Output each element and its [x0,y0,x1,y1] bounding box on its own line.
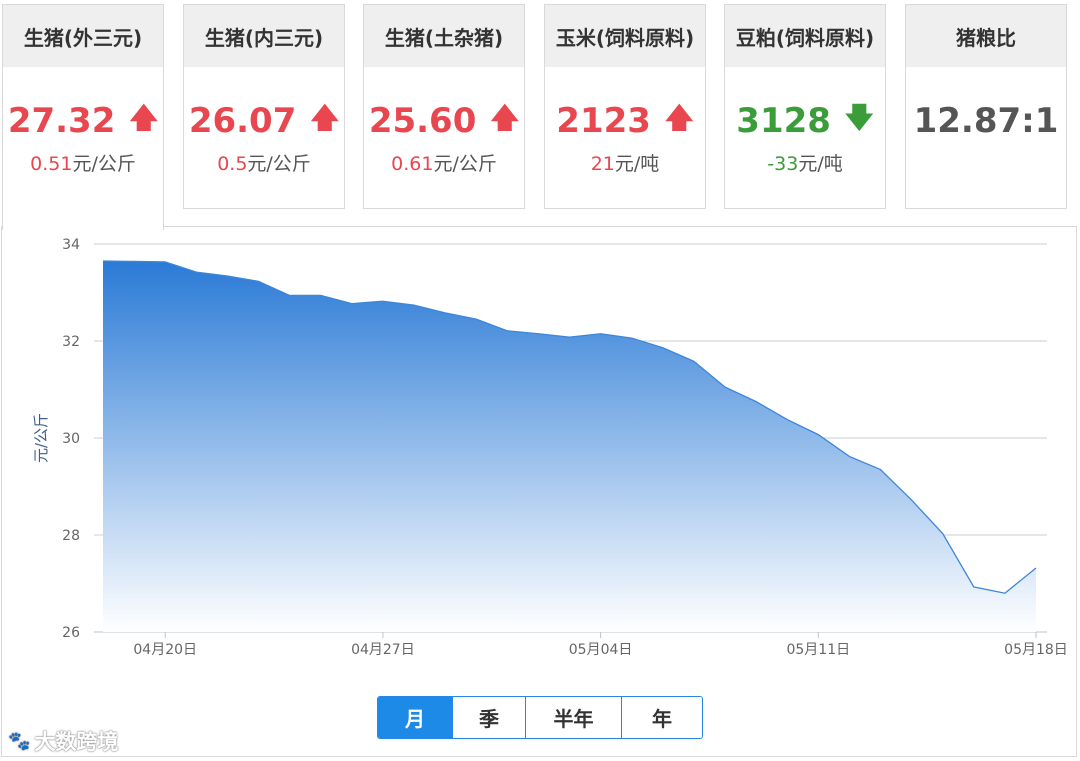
paw-logo-icon: 🐾 [8,730,31,752]
x-tick-label: 04月20日 [133,642,197,658]
card-title: 玉米(饲料原料) [545,5,705,67]
card-title: 猪粮比 [906,5,1066,67]
price-value: 26.07 [188,101,297,141]
card-title: 豆粕(饲料原料) [725,5,885,67]
ratio-value: 12.87:1 [913,101,1059,141]
card-value: 25.60 🡅 [364,99,524,143]
change-unit: 元/公斤 [247,153,311,175]
change-amount: 0.51 [30,153,73,175]
arrow-up-icon: 🡅 [490,101,520,134]
card-soymeal[interactable]: 豆粕(饲料原料) 3128 🡇 -33元/吨 [724,4,886,209]
x-tick-label: 05月11日 [786,642,850,658]
chart-panel: 26 28 30 32 34 04月20日 04月27日 05月04日 05月11日 05月18日… [1,226,1077,757]
card-pig-neisanyuan[interactable]: 生猪(内三元) 26.07 🡅 0.5元/公斤 [183,4,345,209]
arrow-up-icon: 🡅 [310,101,340,134]
y-axis-label: 元/公斤 [32,413,50,463]
x-tick-label: 05月18日 [1004,642,1068,658]
change-unit: 元/吨 [798,153,843,175]
tab-month[interactable]: 月 [378,697,452,738]
x-tick-label: 05月04日 [569,642,633,658]
tab-year[interactable]: 年 [621,697,702,738]
card-value: 27.32 🡅 [3,99,163,143]
period-tabs: 月 季 半年 年 [377,696,703,739]
x-tick-label: 04月27日 [351,642,415,658]
change-amount: 0.61 [391,153,434,175]
tab-quarter[interactable]: 季 [452,697,525,738]
card-change: -33元/吨 [725,149,885,176]
card-value: 2123 🡅 [545,99,705,143]
change-unit: 元/公斤 [72,153,136,175]
y-tick-label: 30 [62,431,80,447]
card-pig-tuzazhu[interactable]: 生猪(土杂猪) 25.60 🡅 0.61元/公斤 [363,4,525,209]
card-title: 生猪(外三元) [3,5,163,67]
change-unit: 元/吨 [614,153,660,175]
area-fill [103,260,1036,632]
card-change: 0.51元/公斤 [3,149,163,176]
price-value: 2123 [556,101,651,141]
change-amount: 21 [590,153,615,175]
card-value: 26.07 🡅 [184,99,344,143]
tab-half-year[interactable]: 半年 [525,697,621,738]
y-tick-label: 32 [62,334,80,350]
arrow-down-icon: 🡇 [844,101,874,134]
change-amount: -33 [767,153,799,175]
change-unit: 元/公斤 [433,153,497,175]
card-title: 生猪(土杂猪) [364,5,524,67]
price-value: 3128 [736,101,831,141]
card-change: 0.5元/公斤 [184,149,344,176]
price-value: 27.32 [7,101,116,141]
card-corn[interactable]: 玉米(饲料原料) 2123 🡅 21元/吨 [544,4,706,209]
card-title: 生猪(内三元) [184,5,344,67]
card-pig-grain-ratio[interactable]: 猪粮比 12.87:1 [905,4,1067,209]
watermark: 🐾 大数跨境 [8,726,118,756]
arrow-up-icon: 🡅 [129,101,159,134]
watermark-text: 大数跨境 [34,730,119,754]
y-tick-label: 34 [62,237,80,253]
arrow-up-icon: 🡅 [664,101,694,134]
card-change: 0.61元/公斤 [364,149,524,176]
card-value: 12.87:1 [906,99,1066,143]
y-tick-label: 26 [62,625,80,641]
card-value: 3128 🡇 [725,99,885,143]
price-area-chart: 26 28 30 32 34 04月20日 04月27日 05月04日 05月11日 05月18日… [32,237,1068,658]
price-value: 25.60 [368,101,477,141]
y-tick-label: 28 [62,528,80,544]
card-pig-waisanyuan[interactable]: 生猪(外三元) 27.32 🡅 0.51元/公斤 [2,4,164,230]
card-change: 21元/吨 [545,149,705,176]
change-amount: 0.5 [217,153,248,175]
